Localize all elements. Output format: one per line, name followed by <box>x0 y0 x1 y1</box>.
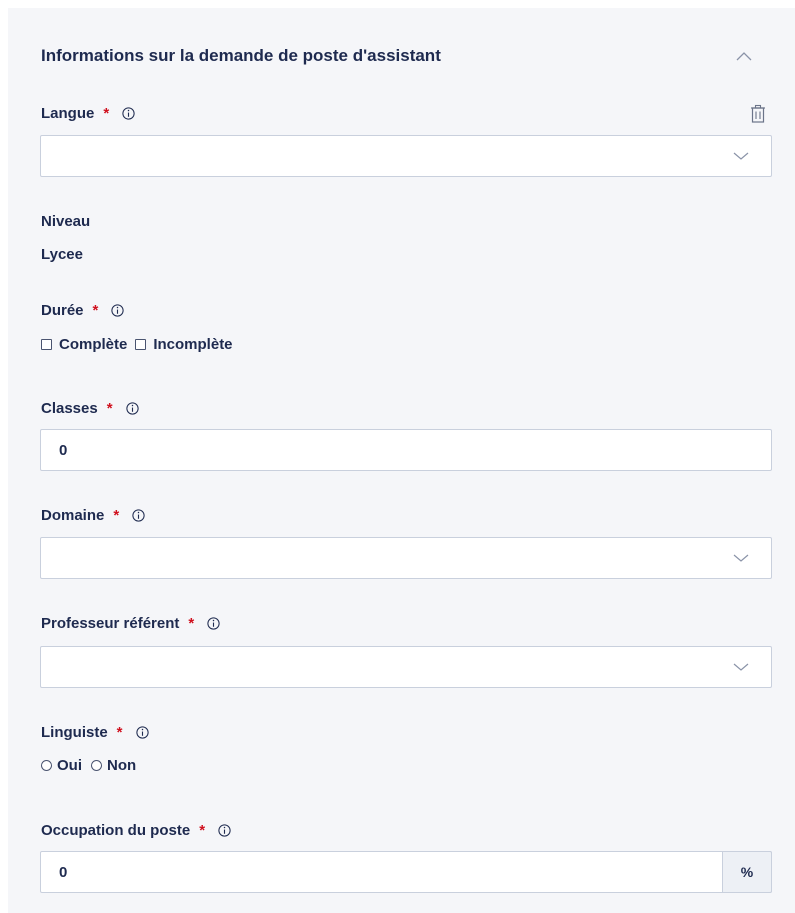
required-marker: * <box>106 400 113 417</box>
linguiste-option-oui[interactable]: Oui <box>41 757 82 774</box>
panel-title: Informations sur la demande de poste d'a… <box>41 46 441 65</box>
langue-label: Langue <box>41 105 95 122</box>
chevron-up-icon[interactable] <box>733 46 755 68</box>
domaine-label: Domaine <box>41 507 105 524</box>
percent-suffix: % <box>722 851 772 893</box>
professeur-label-row: Professeur référent * <box>41 615 221 632</box>
duree-label-row: Durée * <box>41 302 125 319</box>
info-icon[interactable] <box>217 823 232 838</box>
classes-value: 0 <box>59 442 68 459</box>
professeur-label: Professeur référent <box>41 615 180 632</box>
linguiste-label-row: Linguiste * <box>41 724 150 741</box>
required-marker: * <box>103 105 110 122</box>
checkbox[interactable] <box>41 339 52 350</box>
domaine-select[interactable] <box>40 537 772 579</box>
radio-button[interactable] <box>91 760 102 771</box>
occupation-value: 0 <box>59 864 68 881</box>
info-icon[interactable] <box>206 616 221 631</box>
linguiste-label: Linguiste <box>41 724 108 741</box>
trash-icon[interactable] <box>749 104 767 124</box>
checkbox[interactable] <box>135 339 147 350</box>
niveau-value: Lycee <box>41 246 83 263</box>
duree-option-complete[interactable]: Complète <box>41 336 127 353</box>
niveau-label: Niveau <box>41 213 91 230</box>
chevron-down-icon <box>733 663 749 671</box>
occupation-input[interactable]: 0 % <box>40 851 772 893</box>
duree-option-incomplete[interactable]: Incomplète <box>135 336 233 353</box>
info-icon[interactable] <box>121 106 136 121</box>
option-label: Non <box>107 757 137 774</box>
linguiste-option-non[interactable]: Non <box>91 757 136 774</box>
option-label: Oui <box>57 757 82 774</box>
required-marker: * <box>116 724 123 741</box>
linguiste-options: Oui Non <box>41 757 136 774</box>
chevron-down-icon <box>733 152 749 160</box>
occupation-label-row: Occupation du poste * <box>41 822 232 839</box>
assistant-request-panel: Informations sur la demande de poste d'a… <box>8 8 795 913</box>
radio-button[interactable] <box>41 760 52 771</box>
chevron-down-icon <box>733 554 749 562</box>
required-marker: * <box>92 302 99 319</box>
professeur-select[interactable] <box>40 646 772 688</box>
langue-select[interactable] <box>40 135 772 177</box>
info-icon[interactable] <box>125 401 140 416</box>
required-marker: * <box>199 822 206 839</box>
classes-label: Classes <box>41 400 98 417</box>
domaine-label-row: Domaine * <box>41 507 146 524</box>
occupation-label: Occupation du poste <box>41 822 191 839</box>
duree-options: Complète Incomplète <box>41 336 233 353</box>
langue-label-row: Langue * <box>41 105 136 122</box>
info-icon[interactable] <box>131 508 146 523</box>
option-label: Incomplète <box>153 336 233 353</box>
info-icon[interactable] <box>135 725 150 740</box>
option-label: Complète <box>59 336 128 353</box>
info-icon[interactable] <box>110 303 125 318</box>
classes-input[interactable]: 0 <box>40 429 772 471</box>
required-marker: * <box>188 615 195 632</box>
duree-label: Durée <box>41 302 84 319</box>
required-marker: * <box>113 507 120 524</box>
classes-label-row: Classes * <box>41 400 140 417</box>
